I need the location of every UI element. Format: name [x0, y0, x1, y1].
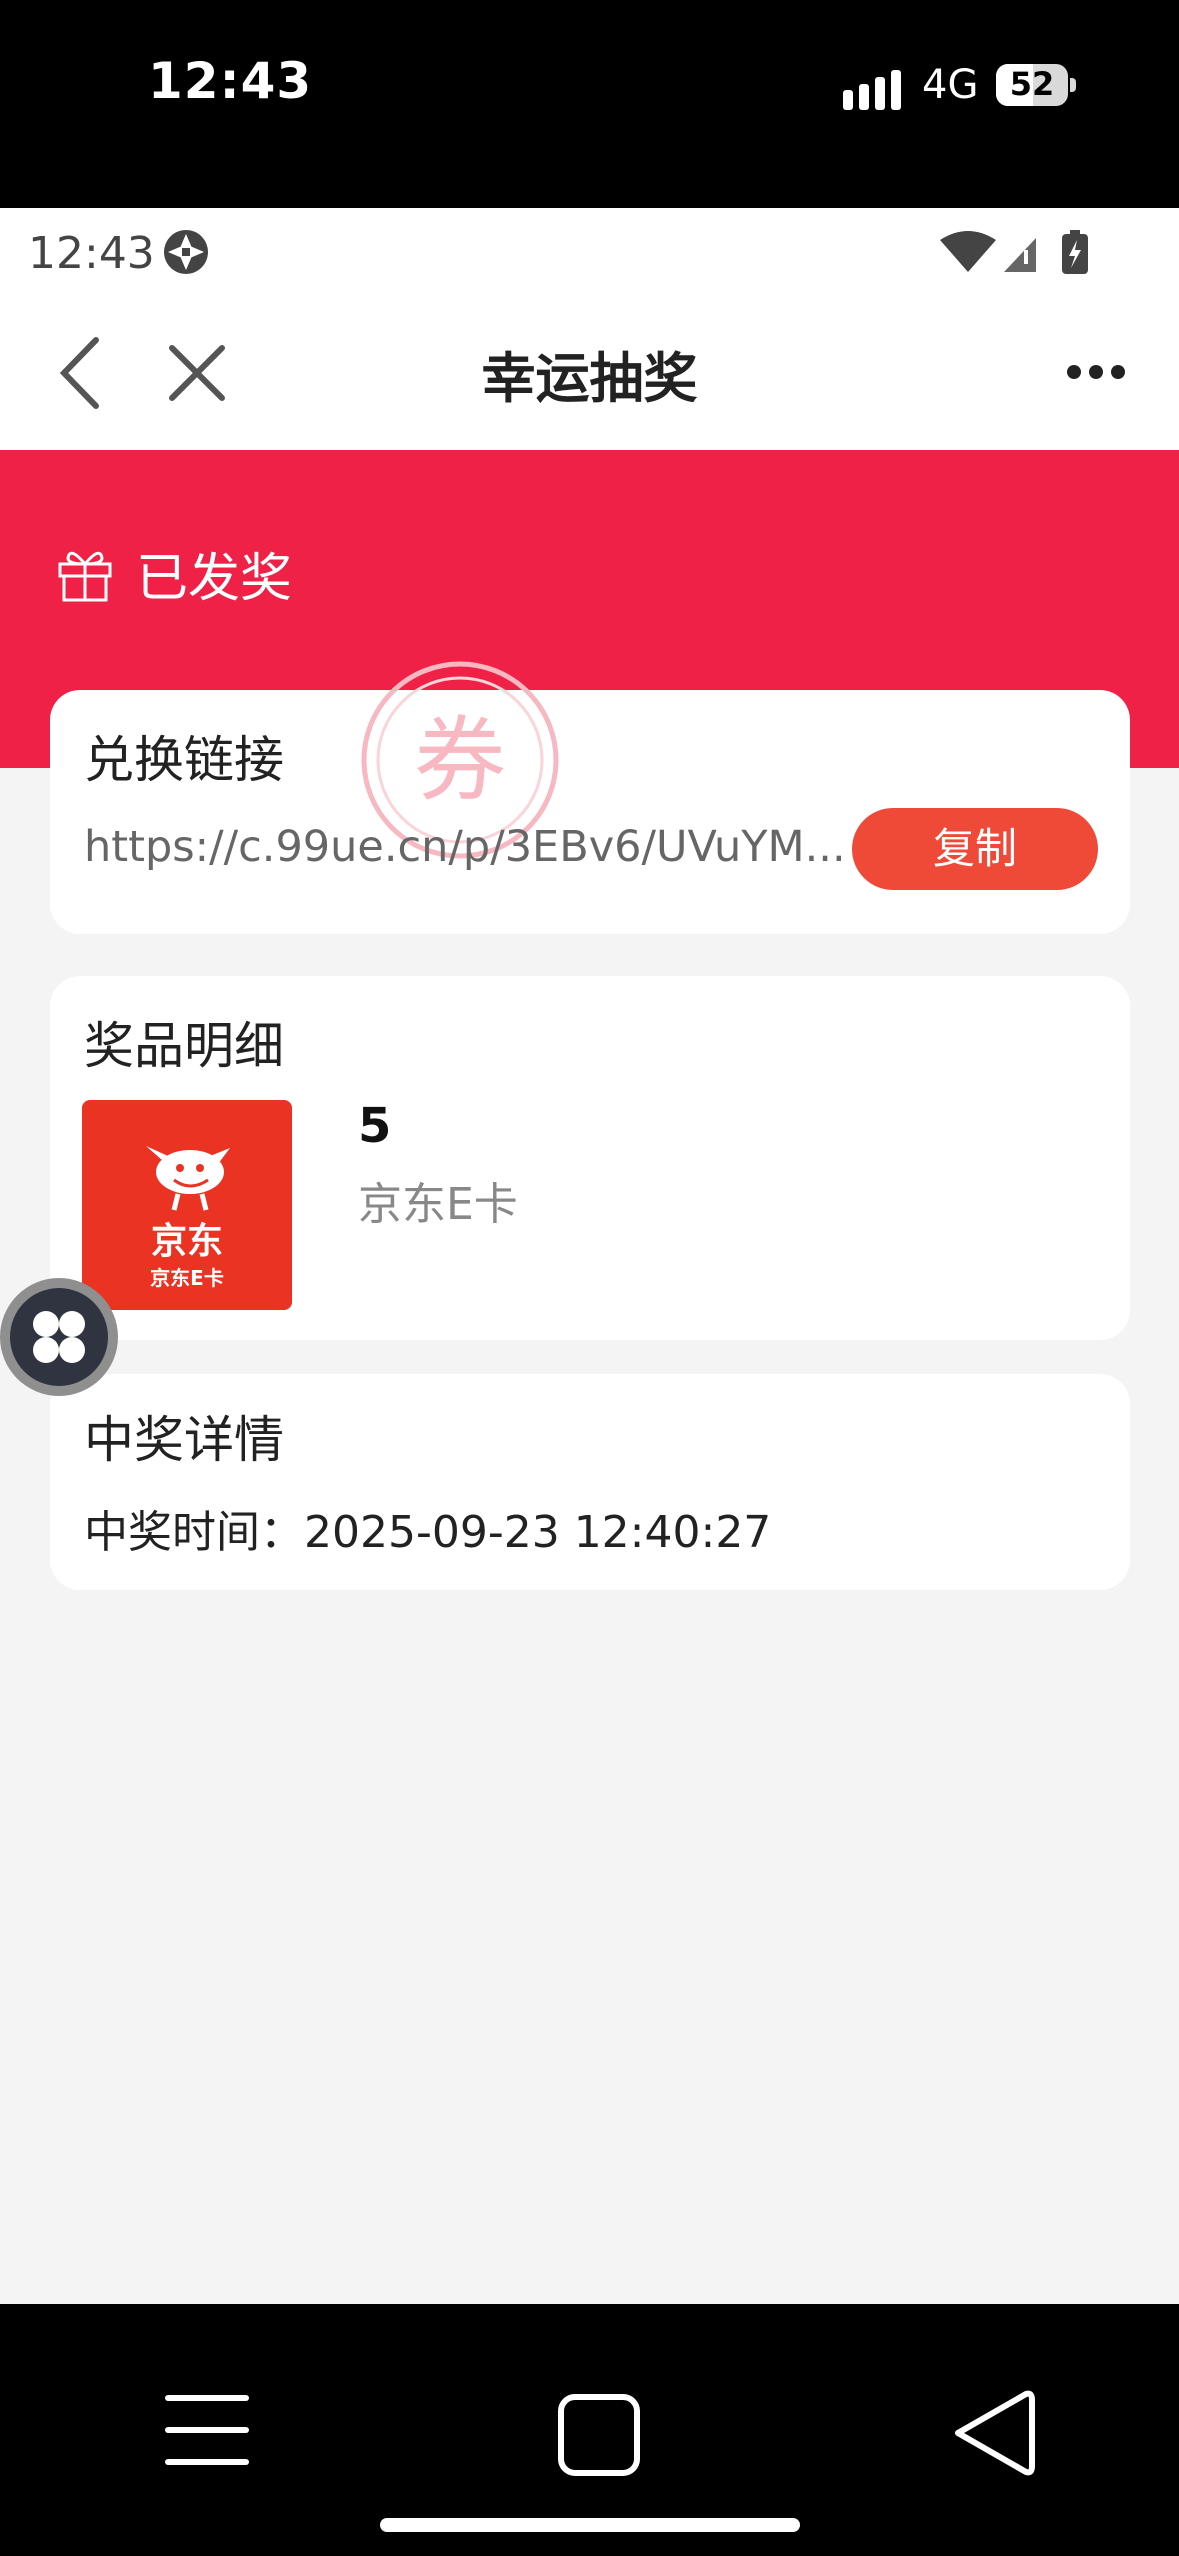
winning-details-card: 中奖详情 中奖时间：2025-09-23 12:40:27 — [50, 1374, 1130, 1590]
ios-status-bar: 12:43 4G 52 — [0, 0, 1179, 208]
battery-icon: 52 — [996, 64, 1076, 106]
jd-logo-sub: 京东E卡 — [150, 1266, 224, 1290]
wifi-signal-battery-icons — [940, 230, 1088, 274]
sync-icon — [164, 230, 208, 274]
prize-name: 京东E卡 — [358, 1179, 518, 1230]
copy-button[interactable]: 复制 — [852, 808, 1098, 890]
prize-card-title: 奖品明细 — [84, 1017, 284, 1075]
android-status-bar: 12:43 — [0, 208, 1179, 298]
home-indicator[interactable] — [380, 2518, 800, 2532]
redeem-link-card: 券 兑换链接 https://c.99ue.cn/p/3EBv6/UVuYM..… — [50, 661, 1130, 934]
award-status-text: 已发奖 — [136, 549, 293, 609]
recent-apps-icon[interactable] — [164, 2392, 250, 2468]
jd-ecard-logo: 京东 京东E卡 — [82, 1100, 292, 1310]
android-clock: 12:43 — [28, 228, 155, 279]
floating-assistive-button[interactable] — [0, 1278, 118, 1396]
prize-value: 5 — [358, 1098, 392, 1154]
page-title: 幸运抽奖 — [481, 347, 698, 410]
more-options-icon[interactable] — [1066, 360, 1126, 384]
redeem-link-text[interactable]: https://c.99ue.cn/p/3EBv6/UVuYM... — [84, 822, 874, 872]
redeem-card-title: 兑换链接 — [84, 731, 284, 789]
gift-icon — [58, 551, 112, 602]
top-nav-bar: 幸运抽奖 — [0, 298, 1179, 450]
winning-time: 中奖时间：2025-09-23 12:40:27 — [84, 1507, 772, 1558]
network-type: 4G — [922, 62, 979, 108]
back-triangle-icon[interactable] — [948, 2388, 1036, 2478]
android-nav-bar — [0, 2304, 1179, 2556]
four-dots-icon — [33, 1311, 85, 1363]
stamp-text: 券 — [414, 707, 506, 814]
prize-details-card: 奖品明细 京东 京东E卡 5 京东E卡 — [50, 976, 1130, 1340]
jd-logo-brand: 京东 — [150, 1221, 223, 1262]
home-icon[interactable] — [556, 2392, 642, 2478]
winning-card-title: 中奖详情 — [84, 1411, 284, 1469]
battery-level: 52 — [1009, 65, 1055, 103]
cellular-signal-icon — [843, 70, 901, 110]
ios-clock: 12:43 — [148, 52, 313, 110]
jd-mascot-icon — [146, 1146, 230, 1211]
